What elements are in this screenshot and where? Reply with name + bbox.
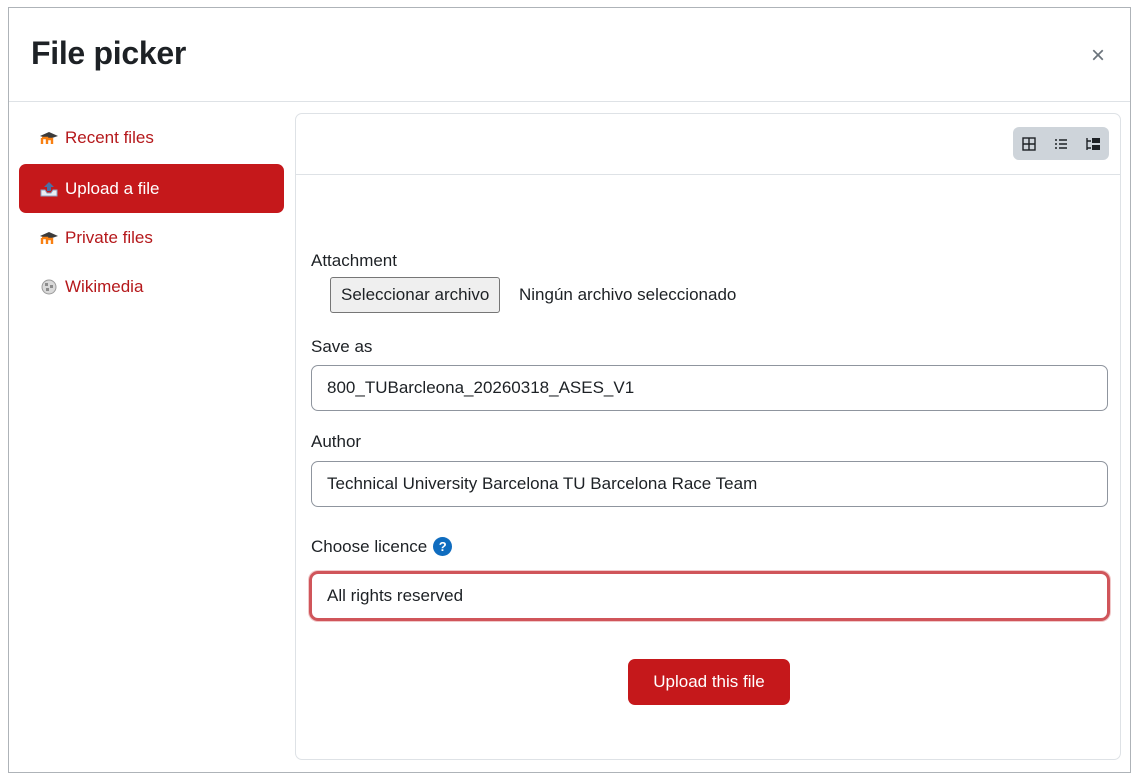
list-view-icon[interactable]	[1045, 127, 1077, 160]
sidebar-item-label: Upload a file	[65, 178, 160, 198]
dialog-title: File picker	[31, 35, 186, 71]
help-icon[interactable]: ?	[433, 537, 453, 557]
sidebar-item-label: Wikimedia	[65, 276, 144, 296]
choose-file-button[interactable]: Seleccionar archivo	[330, 277, 501, 313]
repository-sidebar: Recent files Upload a file Private files…	[19, 112, 284, 311]
file-status-text: Ningún archivo seleccionado	[519, 285, 737, 304]
view-toolbar	[296, 114, 1120, 175]
author-label: Author	[311, 432, 362, 451]
grid-view-icon[interactable]	[1013, 127, 1045, 160]
save-as-input[interactable]	[311, 365, 1108, 411]
sidebar-item-wikimedia[interactable]: Wikimedia	[19, 262, 284, 311]
sidebar-item-private-files[interactable]: Private files	[19, 213, 284, 262]
sidebar-item-label: Private files	[65, 227, 153, 247]
view-toggle-group	[1013, 127, 1109, 160]
sidebar-item-upload-a-file[interactable]: Upload a file	[19, 164, 284, 213]
sidebar-item-label: Recent files	[65, 128, 154, 147]
licence-label: Choose licence	[311, 537, 428, 556]
file-picker-dialog: File picker × Recent files Upload a file…	[8, 7, 1131, 773]
moodle-icon	[39, 130, 59, 146]
close-button[interactable]: ×	[1088, 44, 1108, 68]
save-as-label: Save as	[311, 337, 373, 356]
upload-icon	[39, 181, 59, 197]
licence-select[interactable]: All rights reserved	[309, 571, 1110, 621]
moodle-icon	[39, 230, 59, 246]
tree-view-icon[interactable]	[1077, 127, 1109, 160]
dialog-header: File picker ×	[9, 8, 1130, 102]
upload-file-button[interactable]: Upload this file	[628, 659, 790, 705]
attachment-label: Attachment	[311, 251, 397, 270]
author-input[interactable]	[311, 461, 1108, 507]
upload-panel: Attachment Seleccionar archivo Ningún ar…	[295, 113, 1121, 760]
sidebar-item-recent-files[interactable]: Recent files	[19, 112, 284, 164]
licence-label-row: Choose licence?	[311, 537, 453, 557]
licence-selected-value: All rights reserved	[327, 586, 464, 605]
wikimedia-icon	[39, 279, 59, 295]
